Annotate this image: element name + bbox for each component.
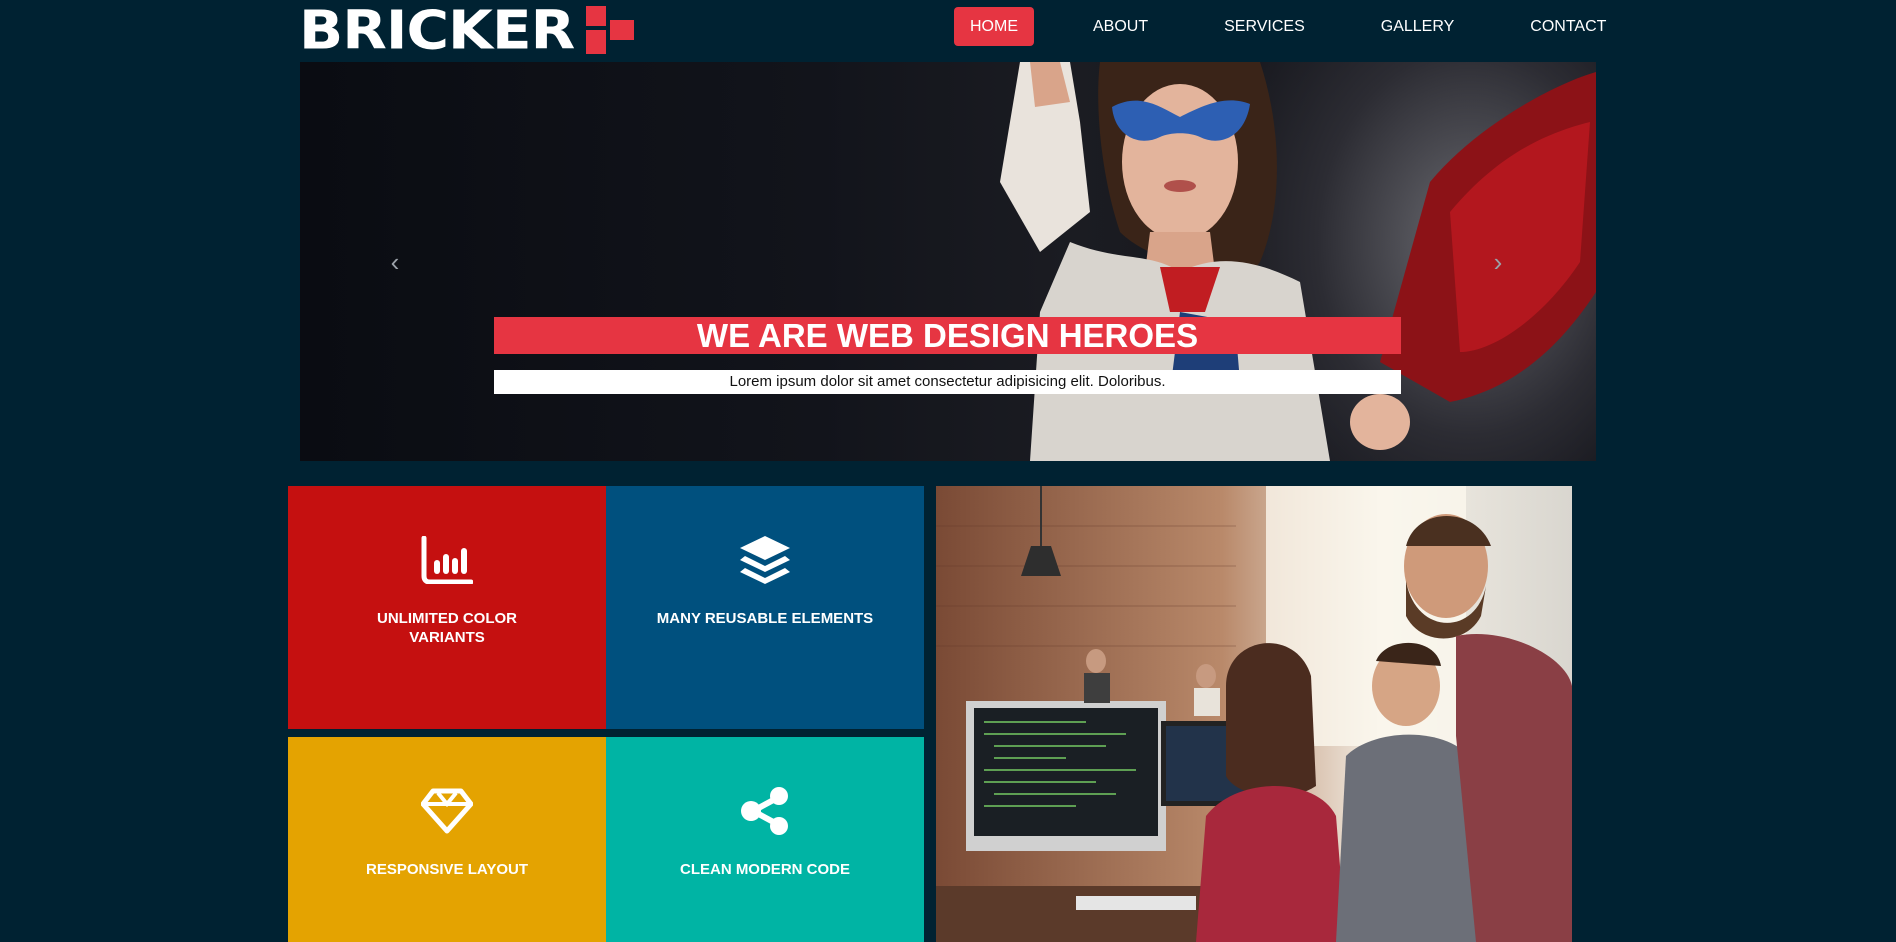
feature-label: RESPONSIVE LAYOUT bbox=[366, 861, 528, 878]
feature-tile-reusable-elements[interactable]: MANY REUSABLE ELEMENTS bbox=[606, 486, 924, 729]
feature-tile-color-variants[interactable]: UNLIMITED COLOR VARIANTS bbox=[288, 486, 606, 729]
hero-title: WE ARE WEB DESIGN HEROES bbox=[494, 317, 1401, 354]
bar-chart-icon bbox=[417, 535, 477, 585]
nav-gallery[interactable]: GALLERY bbox=[1365, 7, 1471, 46]
diamond-icon bbox=[417, 786, 477, 836]
brand-logo[interactable]: BRICKER bbox=[299, 0, 635, 62]
brand-mark-icon bbox=[586, 6, 635, 54]
nav-contact[interactable]: CONTACT bbox=[1514, 7, 1622, 46]
hero-subtitle: Lorem ipsum dolor sit amet consectetur a… bbox=[494, 370, 1401, 394]
hero-image bbox=[1000, 62, 1596, 461]
feature-tile-responsive-layout[interactable]: RESPONSIVE LAYOUT bbox=[288, 737, 606, 942]
nav-services[interactable]: SERVICES bbox=[1208, 7, 1321, 46]
feature-label: UNLIMITED COLOR VARIANTS bbox=[377, 610, 517, 646]
nav-about[interactable]: ABOUT bbox=[1077, 7, 1164, 46]
team-office-photo bbox=[936, 486, 1572, 942]
brand-name: BRICKER bbox=[299, 0, 575, 62]
chevron-right-icon[interactable]: › bbox=[1483, 242, 1513, 282]
layers-icon bbox=[735, 535, 795, 585]
feature-label: CLEAN MODERN CODE bbox=[679, 861, 850, 878]
hero-slider: ‹ › WE ARE WEB DESIGN HEROES Lorem ipsum… bbox=[300, 62, 1596, 461]
feature-tile-clean-code[interactable]: CLEAN MODERN CODE bbox=[606, 737, 924, 942]
main-nav: HOME ABOUT SERVICES GALLERY CONTACT bbox=[954, 7, 1622, 46]
nav-home[interactable]: HOME bbox=[954, 7, 1034, 46]
share-icon bbox=[735, 786, 795, 836]
chevron-left-icon[interactable]: ‹ bbox=[380, 242, 410, 282]
feature-label: MANY REUSABLE ELEMENTS bbox=[656, 610, 874, 627]
